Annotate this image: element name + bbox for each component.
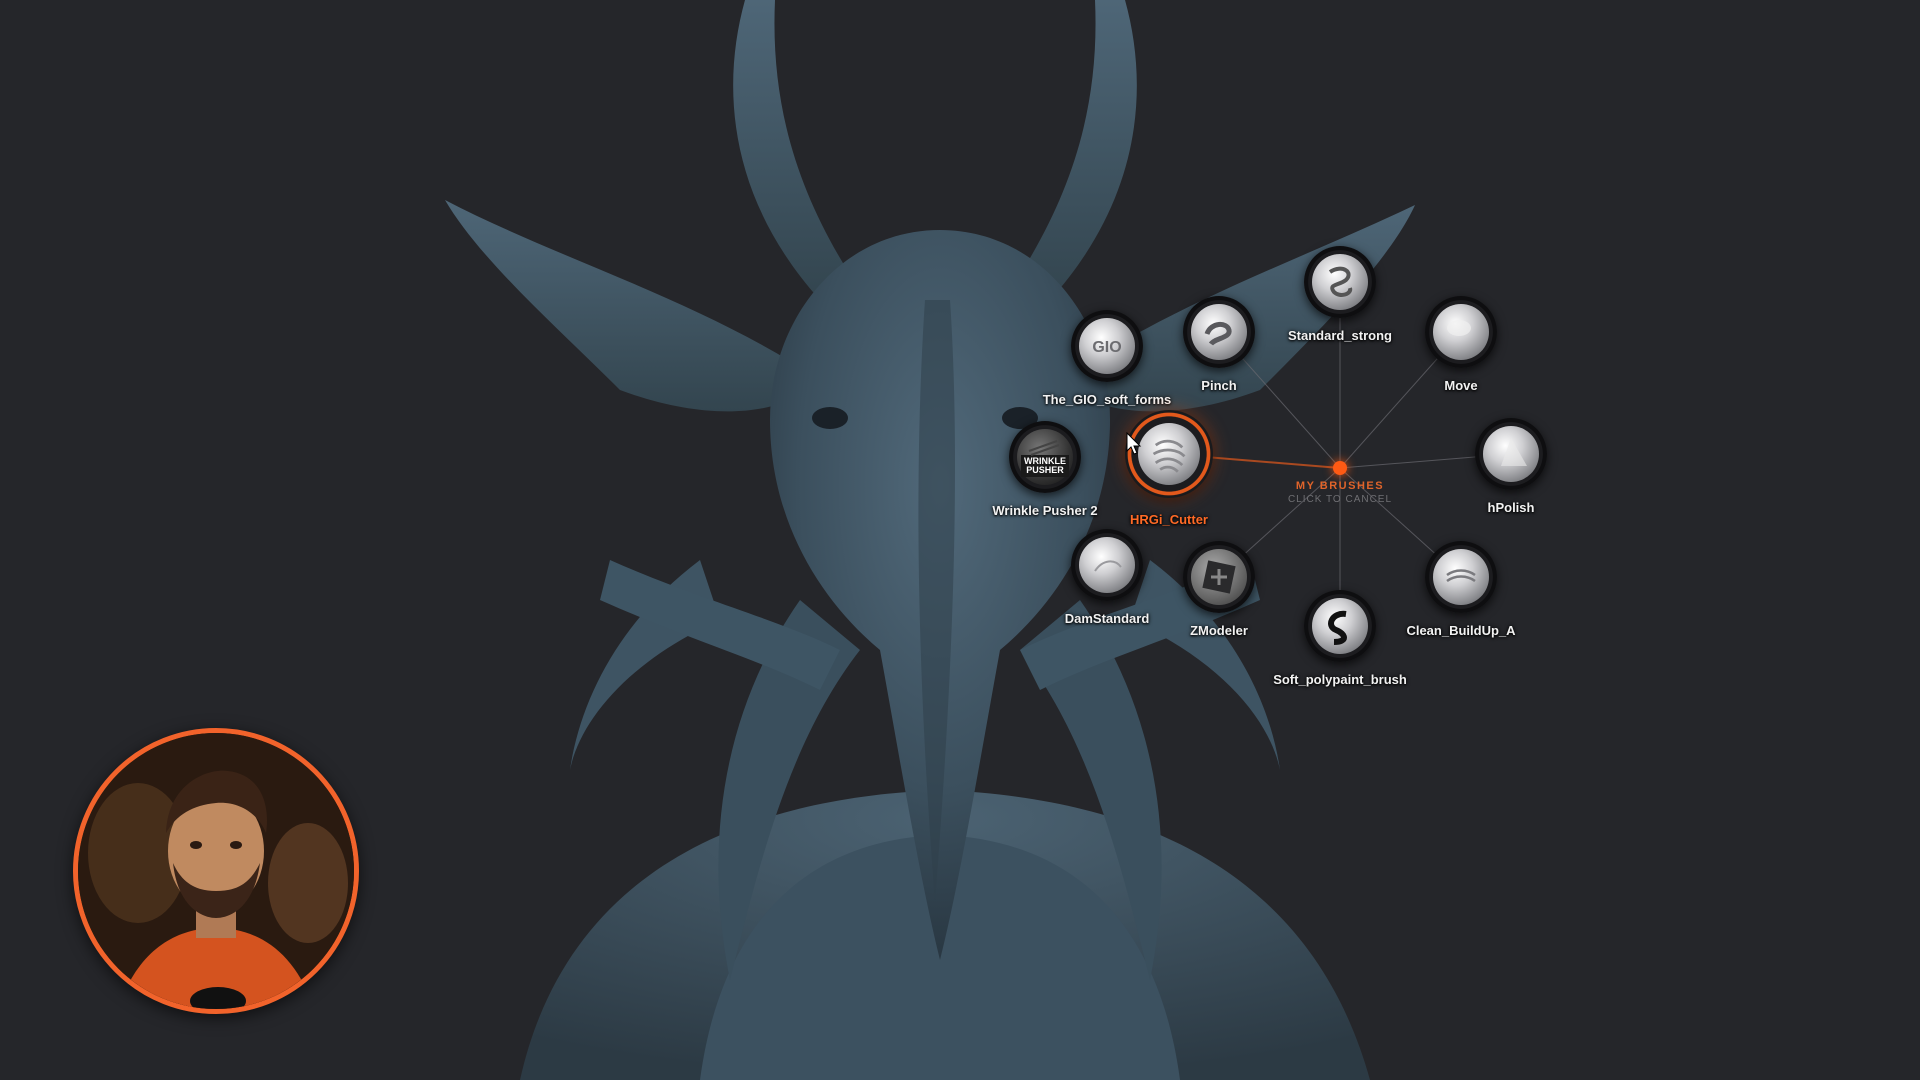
wrinkle-pusher-brush-icon[interactable]: WRINKLE PUSHER: [1009, 421, 1081, 493]
move-brush-icon[interactable]: [1425, 296, 1497, 368]
brush-label: Pinch: [1201, 378, 1237, 393]
brush-label: HRGi_Cutter: [1129, 512, 1208, 527]
pinch-brush-icon[interactable]: [1183, 296, 1255, 368]
zmodeler-brush-icon[interactable]: [1183, 541, 1255, 613]
brush-label: ZModeler: [1190, 623, 1248, 638]
menu-center-dot[interactable]: [1333, 461, 1347, 475]
brush-label: Clean_BuildUp_A: [1406, 623, 1516, 638]
brush-label: The_GIO_soft_forms: [1042, 392, 1172, 407]
hpolish-brush-icon[interactable]: [1475, 418, 1547, 490]
soft-polypaint-brush-icon[interactable]: [1304, 590, 1376, 662]
standard-strong-brush-icon[interactable]: [1304, 246, 1376, 318]
horn-right: [1010, 0, 1137, 300]
creature-sculpt: [445, 0, 1415, 1080]
brush-icon-text: WRINKLE PUSHER: [1024, 456, 1066, 475]
presenter-webcam-overlay: [73, 728, 359, 1014]
brush-label: Soft_polypaint_brush: [1273, 672, 1407, 687]
frill-left: [445, 200, 820, 412]
mouse-cursor-icon: [1126, 431, 1142, 461]
clean-buildup-brush-icon[interactable]: [1425, 541, 1497, 613]
horn-left: [733, 0, 860, 300]
menu-title: MY BRUSHES: [1295, 480, 1385, 492]
damstandard-brush-icon[interactable]: [1071, 529, 1143, 601]
brush-label: Move: [1444, 378, 1478, 393]
eye-left: [812, 407, 848, 429]
svg-text:GIO: GIO: [1092, 339, 1121, 356]
gio-soft-forms-brush-icon[interactable]: GIO: [1071, 310, 1143, 382]
brush-label: Standard_strong: [1287, 328, 1392, 343]
menu-cancel-hint[interactable]: CLICK TO CANCEL: [1240, 494, 1440, 505]
